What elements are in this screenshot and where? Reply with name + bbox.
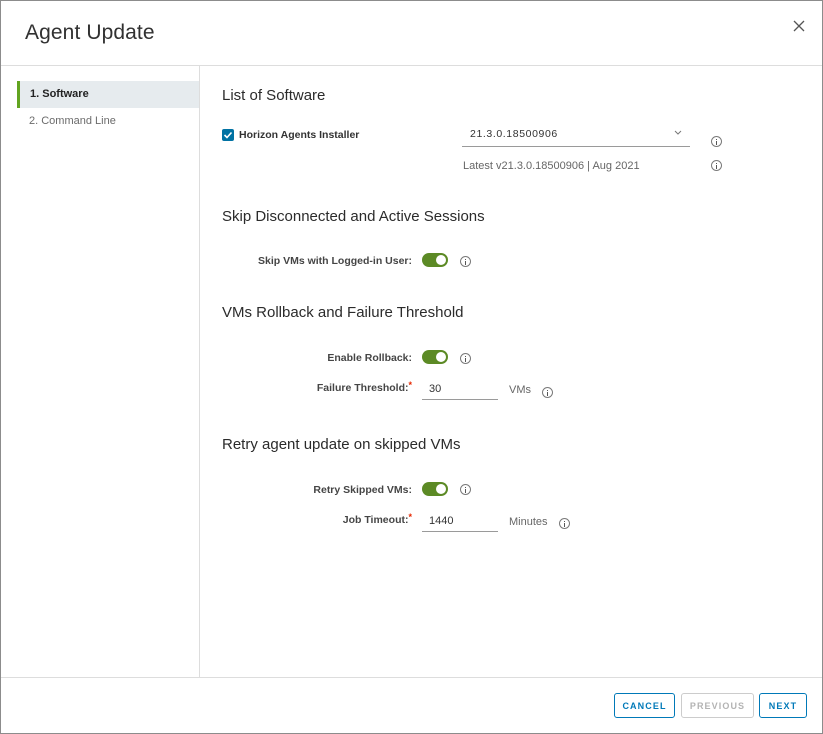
version-select-value: 21.3.0.18500906 (470, 128, 558, 140)
close-icon[interactable] (789, 16, 809, 36)
installer-checkbox[interactable] (222, 129, 234, 141)
info-icon-latest[interactable] (711, 160, 722, 171)
section-title-rollback: VMs Rollback and Failure Threshold (222, 304, 464, 321)
failure-threshold-label-row: Failure Threshold:* (212, 380, 412, 394)
step-software[interactable]: 1. Software (17, 81, 199, 108)
installer-label: Horizon Agents Installer (239, 129, 360, 141)
check-icon (223, 131, 233, 139)
header-divider (1, 65, 822, 66)
retry-skipped-toggle[interactable] (422, 482, 448, 496)
job-timeout-label: Job Timeout: (342, 514, 409, 526)
latest-version-text: Latest v21.3.0.18500906 | Aug 2021 (463, 160, 640, 172)
skip-logged-in-toggle[interactable] (422, 253, 448, 267)
toggle-knob (436, 352, 446, 362)
job-timeout-unit: Minutes (509, 516, 548, 528)
dialog-title: Agent Update (25, 21, 155, 44)
info-icon-skip[interactable] (460, 256, 471, 267)
sidebar-divider (199, 66, 200, 677)
next-button[interactable]: NEXT (759, 693, 807, 718)
info-icon-rollback[interactable] (460, 353, 471, 364)
toggle-knob (436, 484, 446, 494)
previous-button[interactable]: PREVIOUS (681, 693, 754, 718)
section-title-software: List of Software (222, 87, 326, 104)
failure-threshold-input[interactable] (422, 379, 498, 400)
footer-divider (1, 677, 822, 678)
job-timeout-input[interactable] (422, 511, 498, 532)
agent-update-dialog: Agent Update 1. Software 2. Command Line… (0, 0, 823, 734)
info-icon-threshold[interactable] (542, 387, 553, 398)
enable-rollback-label: Enable Rollback: (327, 352, 412, 364)
required-marker: * (408, 380, 412, 390)
cancel-button[interactable]: CANCEL (614, 693, 675, 718)
required-marker: * (408, 512, 412, 522)
toggle-knob (436, 255, 446, 265)
retry-skipped-label: Retry Skipped VMs: (313, 484, 412, 496)
failure-threshold-label: Failure Threshold: (316, 382, 409, 394)
section-title-skip: Skip Disconnected and Active Sessions (222, 208, 485, 225)
info-icon-timeout[interactable] (559, 518, 570, 529)
skip-logged-in-label: Skip VMs with Logged-in User: (257, 255, 412, 267)
version-select[interactable]: 21.3.0.18500906 (462, 123, 690, 147)
step-command-line[interactable]: 2. Command Line (17, 108, 199, 135)
job-timeout-label-row: Job Timeout:* (212, 512, 412, 526)
info-icon-version[interactable] (711, 136, 722, 147)
chevron-down-icon (674, 130, 682, 135)
enable-rollback-toggle[interactable] (422, 350, 448, 364)
section-title-retry: Retry agent update on skipped VMs (222, 436, 461, 453)
info-icon-retry[interactable] (460, 484, 471, 495)
failure-threshold-unit: VMs (509, 384, 531, 396)
